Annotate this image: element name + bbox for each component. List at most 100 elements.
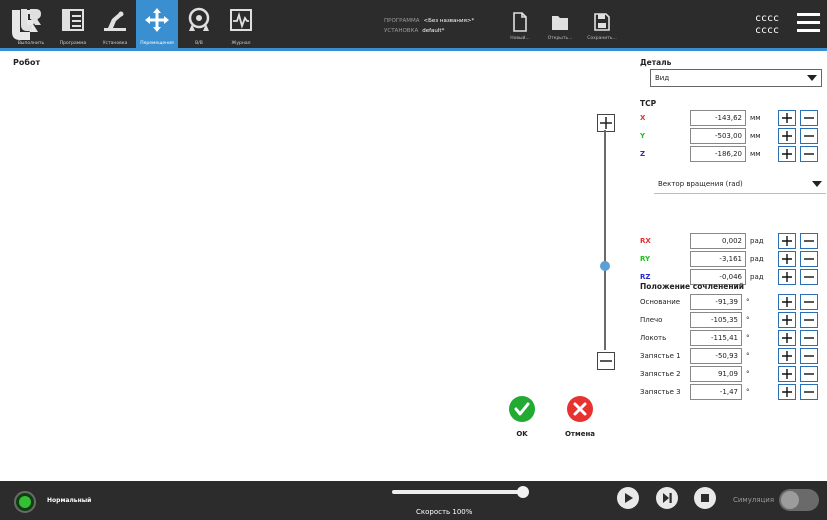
plus-icon [782, 254, 792, 264]
joint-elbow-field[interactable]: -115,41 [690, 330, 742, 346]
tcp-y-plus-button[interactable] [778, 128, 796, 144]
rz-unit: рад [750, 273, 764, 281]
program-info: ПРОГРАММА <Без названия>* УСТАНОВКА defaul… [384, 16, 474, 36]
tcp-z-minus-button[interactable] [800, 146, 818, 162]
log-icon [230, 9, 252, 31]
joint-shoulder-minus-button[interactable] [800, 312, 818, 328]
rx-minus-button[interactable] [800, 233, 818, 249]
new-button-label: Новый... [510, 36, 530, 41]
zoom-track[interactable] [604, 130, 606, 350]
rx-field[interactable]: 0,002 [690, 233, 746, 249]
speed-label: Скорость 100% [416, 508, 473, 516]
joint-shoulder-plus-button[interactable] [778, 312, 796, 328]
joint-wrist3-minus-button[interactable] [800, 384, 818, 400]
stop-icon [701, 494, 709, 502]
joint-wrist2-field[interactable]: 91,09 [690, 366, 742, 382]
tab-program[interactable]: Программа [52, 0, 94, 48]
joint-base-minus-button[interactable] [800, 294, 818, 310]
minus-icon [804, 258, 814, 260]
joint-elbow-plus-button[interactable] [778, 330, 796, 346]
tab-io[interactable]: В/В [178, 0, 220, 48]
joint-wrist3-field[interactable]: -1,47 [690, 384, 742, 400]
tcp-x-plus-button[interactable] [778, 110, 796, 126]
open-button[interactable]: Открыть... [540, 10, 580, 44]
minus-icon [600, 360, 612, 362]
joint-shoulder-unit: ° [746, 316, 750, 324]
robot-status-light-icon[interactable] [14, 491, 36, 513]
tcp-z-label: Z [640, 150, 646, 158]
tcp-y-minus-button[interactable] [800, 128, 818, 144]
joint-wrist3-label: Запястье 3 [640, 388, 681, 396]
tab-io-label: В/В [195, 41, 203, 46]
minus-icon [804, 276, 814, 278]
ry-field[interactable]: -3,161 [690, 251, 746, 267]
joint-elbow-minus-button[interactable] [800, 330, 818, 346]
speed-slider-handle[interactable] [517, 486, 529, 498]
joint-wrist2-minus-button[interactable] [800, 366, 818, 382]
step-icon [663, 493, 672, 503]
robot-status-text: Нормальный [47, 497, 92, 504]
tab-installation-label: Установка [102, 41, 128, 46]
plus-icon [782, 113, 792, 123]
joint-wrist1-field[interactable]: -50,93 [690, 348, 742, 364]
joint-shoulder-field[interactable]: -105,35 [690, 312, 742, 328]
tcp-z-plus-button[interactable] [778, 146, 796, 162]
ry-plus-button[interactable] [778, 251, 796, 267]
joint-wrist2-plus-button[interactable] [778, 366, 796, 382]
rz-plus-button[interactable] [778, 269, 796, 285]
speed-slider-track[interactable] [392, 490, 524, 494]
tab-move-label: Перемещения [140, 41, 174, 46]
plus-icon [782, 333, 792, 343]
rx-plus-button[interactable] [778, 233, 796, 249]
hamburger-menu-icon[interactable] [797, 13, 820, 33]
ry-label: RY [640, 255, 651, 263]
tcp-y-field[interactable]: -503,00 [690, 128, 746, 144]
save-button[interactable]: Сохранить... [582, 10, 622, 44]
rotation-row-rx: RX 0,002 рад [640, 233, 825, 249]
play-button[interactable] [617, 487, 639, 509]
joint-wrist1-label: Запястье 1 [640, 352, 681, 360]
simulation-toggle[interactable] [779, 489, 819, 511]
joint-shoulder-label: Плечо [640, 316, 663, 324]
tcp-x-minus-button[interactable] [800, 110, 818, 126]
program-icon [62, 9, 84, 31]
plus-icon [782, 369, 792, 379]
new-button[interactable]: Новый... [500, 10, 540, 44]
joint-elbow-unit: ° [746, 334, 750, 342]
tab-log[interactable]: Журнал [220, 0, 262, 48]
tab-installation[interactable]: Установка [94, 0, 136, 48]
tab-log-label: Журнал [231, 41, 251, 46]
cancel-button[interactable] [567, 396, 593, 422]
zoom-in-button[interactable] [597, 114, 615, 132]
joint-row-wrist1: Запястье 1 -50,93 ° [640, 348, 825, 364]
save-icon [594, 13, 610, 31]
view-select[interactable]: Вид [650, 69, 822, 87]
plus-icon [782, 297, 792, 307]
joint-wrist3-plus-button[interactable] [778, 384, 796, 400]
joint-base-plus-button[interactable] [778, 294, 796, 310]
ok-button[interactable] [509, 396, 535, 422]
minus-icon [804, 355, 814, 357]
orientation-select[interactable]: Вектор вращения (rad) [654, 176, 826, 194]
zoom-out-button[interactable] [597, 352, 615, 370]
rz-minus-button[interactable] [800, 269, 818, 285]
step-button[interactable] [656, 487, 678, 509]
view-select-value: Вид [655, 74, 670, 82]
ok-label: OK [516, 430, 528, 438]
plus-icon [782, 272, 792, 282]
zoom-handle[interactable] [600, 261, 610, 271]
joint-wrist1-minus-button[interactable] [800, 348, 818, 364]
joint-wrist3-unit: ° [746, 388, 750, 396]
tcp-x-field[interactable]: -143,62 [690, 110, 746, 126]
minus-icon [804, 240, 814, 242]
joint-wrist1-plus-button[interactable] [778, 348, 796, 364]
joint-row-wrist3: Запястье 3 -1,47 ° [640, 384, 825, 400]
tab-move[interactable]: Перемещения [136, 0, 178, 48]
stop-button[interactable] [694, 487, 716, 509]
joint-base-field[interactable]: -91,39 [690, 294, 742, 310]
joint-wrist2-label: Запястье 2 [640, 370, 681, 378]
tcp-z-field[interactable]: -186,20 [690, 146, 746, 162]
ry-minus-button[interactable] [800, 251, 818, 267]
tcp-x-label: X [640, 114, 646, 122]
top-bar-accent [0, 48, 827, 51]
